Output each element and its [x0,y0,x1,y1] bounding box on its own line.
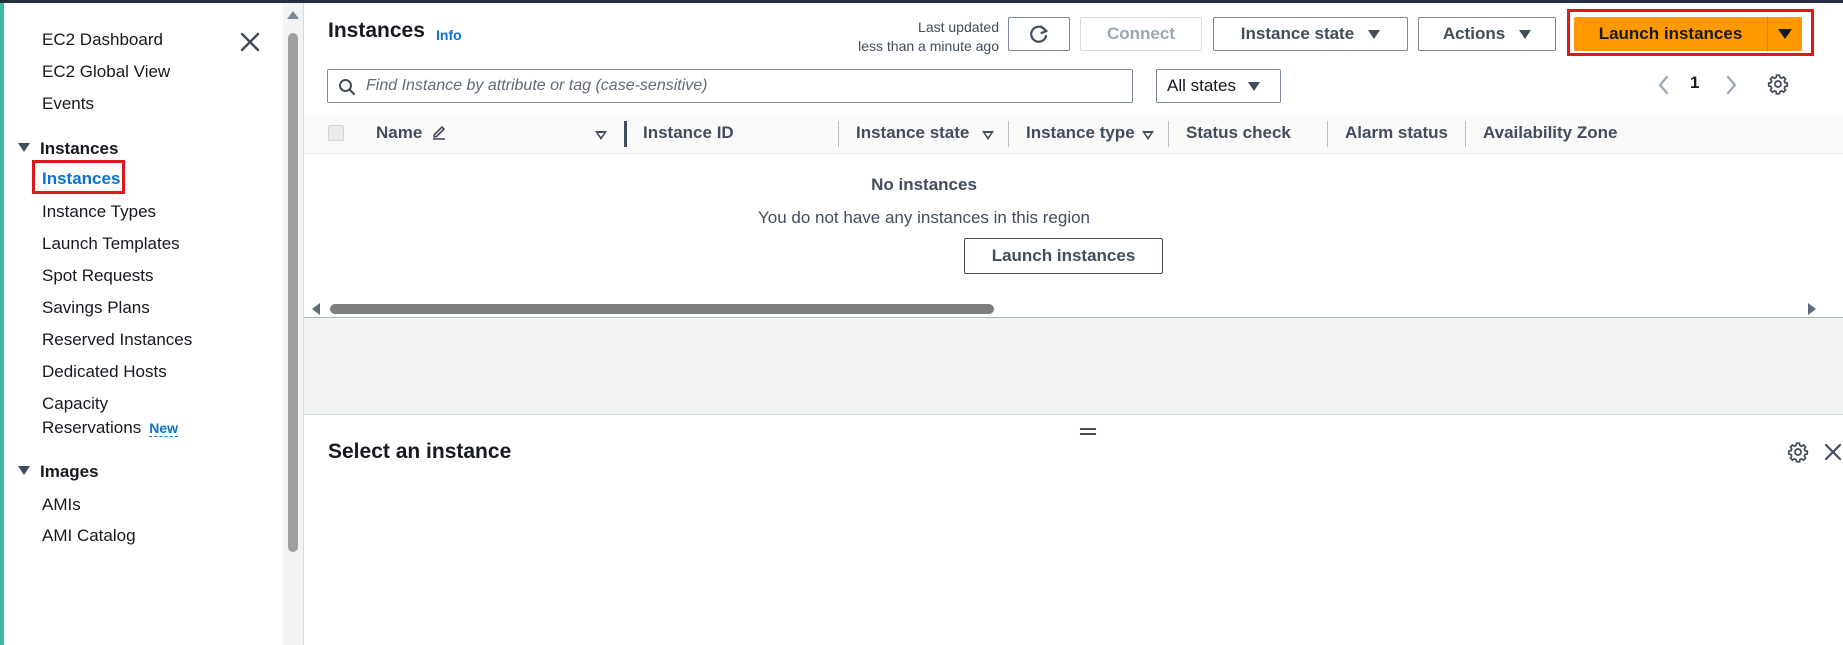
actions-label: Actions [1442,24,1506,43]
column-header-instance-id[interactable]: Instance ID [643,123,734,143]
table-horizontal-scroll-thumb[interactable] [330,304,994,314]
column-divider[interactable] [838,121,839,147]
handle-line [1080,428,1096,430]
caret-down-icon [1778,29,1792,39]
empty-state-title: No instances [871,175,977,194]
last-updated-label: Last updated [918,19,999,35]
new-badge: New [149,420,179,437]
sort-icon[interactable] [982,131,994,140]
sidebar-item-instances[interactable]: Instances [42,169,120,189]
column-header-availability-zone[interactable]: Availability Zone [1483,123,1617,143]
launch-instances-button[interactable]: Launch instances [1574,17,1767,51]
sidebar-section-instances[interactable]: Instances [18,139,118,159]
details-panel-title: Select an instance [328,440,512,463]
search-input[interactable] [366,75,1106,97]
sidebar: EC2 Dashboard EC2 Global View Events Ins… [4,3,283,645]
sort-icon[interactable] [1142,131,1154,140]
column-divider[interactable] [624,121,627,147]
sidebar-item-savings-plans[interactable]: Savings Plans [42,298,150,318]
column-divider[interactable] [1327,121,1328,147]
search-icon [339,79,356,96]
caret-down-icon [1247,81,1260,91]
info-link[interactable]: Info [436,27,462,43]
select-all-checkbox[interactable] [328,125,344,141]
column-header-instance-type[interactable]: Instance type [1026,123,1135,143]
sidebar-item-amis[interactable]: AMIs [42,495,81,515]
sidebar-item-instance-types[interactable]: Instance Types [42,202,156,222]
sidebar-section-label: Images [40,462,99,481]
column-header-name[interactable]: Name [376,123,447,143]
page-number[interactable]: 1 [1690,73,1699,93]
page-title: Instances [328,19,425,42]
connect-button[interactable]: Connect [1080,17,1202,51]
table-header: Name Instance ID Instance state Instance… [304,113,1843,154]
column-header-instance-state[interactable]: Instance state [856,123,969,143]
caret-down-icon [1519,29,1532,39]
close-icon[interactable] [237,29,263,55]
column-divider[interactable] [1008,121,1009,147]
scroll-right-arrow-icon[interactable] [1808,303,1816,315]
instance-state-label: Instance state [1240,24,1355,43]
sidebar-item-ami-catalog[interactable]: AMI Catalog [42,526,136,546]
last-updated-value: less than a minute ago [858,38,999,54]
launch-instances-dropdown[interactable] [1768,17,1802,51]
close-icon[interactable] [1822,441,1843,463]
split-panel-gap [304,318,1843,415]
refresh-icon [1030,25,1048,43]
scroll-up-arrow-icon[interactable] [287,11,299,19]
scroll-left-arrow-icon[interactable] [312,303,320,315]
sidebar-item-spot-requests[interactable]: Spot Requests [42,266,154,286]
sidebar-section-label: Instances [40,139,119,158]
sidebar-item-capacity-reservations[interactable]: Capacity [42,394,108,414]
caret-down-icon [1368,29,1381,39]
column-label: Name [376,123,423,142]
empty-launch-instances-button[interactable]: Launch instances [964,238,1163,274]
gear-icon[interactable] [1787,441,1809,463]
launch-instances-highlight: Launch instances [1567,9,1814,56]
column-divider[interactable] [1168,121,1169,147]
sidebar-scroll-thumb[interactable] [288,33,298,552]
actions-button[interactable]: Actions [1418,17,1556,51]
sidebar-item-ec2-global-view[interactable]: EC2 Global View [42,62,170,82]
sidebar-item-events[interactable]: Events [42,94,94,114]
caret-down-icon [18,143,30,152]
sidebar-section-images[interactable]: Images [18,462,99,482]
empty-state-message: You do not have any instances in this re… [757,208,1091,227]
caret-down-icon [18,466,30,475]
main-content: Instances Info Last updated less than a … [304,3,1843,645]
edit-pencil-icon [433,126,446,140]
chevron-left-icon[interactable] [1654,73,1674,97]
sidebar-item-dedicated-hosts[interactable]: Dedicated Hosts [42,362,167,382]
sidebar-item-ec2-dashboard[interactable]: EC2 Dashboard [42,30,163,50]
sidebar-item-label: Reservations [42,418,142,437]
column-header-status-check[interactable]: Status check [1186,123,1291,143]
sidebar-item-launch-templates[interactable]: Launch Templates [42,234,180,254]
sidebar-item-reserved-instances[interactable]: Reserved Instances [42,330,192,350]
states-filter-select[interactable]: All states [1156,69,1281,103]
states-filter-label: All states [1167,76,1236,95]
refresh-button[interactable] [1008,17,1070,51]
split-panel-resize-handle[interactable] [1080,428,1096,436]
handle-line [1080,433,1096,435]
sort-icon[interactable] [595,131,607,140]
column-header-alarm-status[interactable]: Alarm status [1345,123,1448,143]
last-updated: Last updated less than a minute ago [784,18,999,56]
search-field[interactable] [327,69,1133,103]
sidebar-item-capacity-reservations-line2[interactable]: Reservations New [42,418,179,438]
gear-icon[interactable] [1767,73,1789,95]
column-divider[interactable] [1465,121,1466,147]
chevron-right-icon[interactable] [1721,73,1741,97]
instance-state-button[interactable]: Instance state [1213,17,1408,51]
